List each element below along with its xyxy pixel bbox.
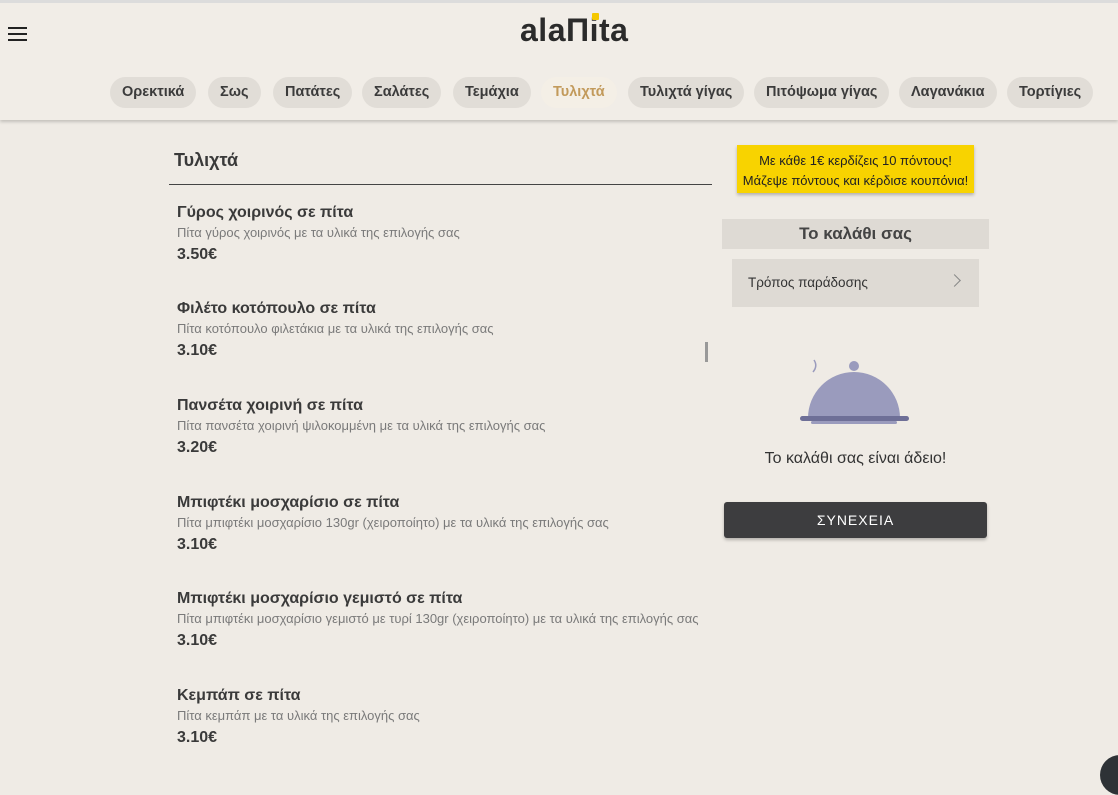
delivery-method-label: Τρόπος παράδοσης xyxy=(748,275,868,290)
menu-item-description: Πίτα πανσέτα χοιρινή ψιλοκομμένη με τα υ… xyxy=(177,418,546,433)
category-tab[interactable]: Λαγανάκια xyxy=(899,77,997,108)
menu-item-description: Πίτα μπιφτέκι μοσχαρίσιο γεμιστό με τυρί… xyxy=(177,611,699,626)
menu-item-price: 3.10€ xyxy=(177,342,218,359)
menu-item-description: Πίτα κοτόπουλο φιλετάκια με τα υλικά της… xyxy=(177,321,494,336)
menu-item-name: Φιλέτο κοτόπουλο σε πίτα xyxy=(177,300,376,317)
hamburger-menu-icon[interactable] xyxy=(8,27,27,41)
promo-line-1: Με κάθε 1€ κερδίζεις 10 πόντους! xyxy=(759,153,952,168)
promo-line-2: Μάζεψε πόντους και κέρδισε κουπόνια! xyxy=(742,173,969,188)
header: alaΠita Ορεκτικά Σως Πατάτες Σαλάτες Τεμάχια… xyxy=(0,0,1118,120)
category-tab[interactable]: Ορεκτικά xyxy=(110,77,197,108)
menu-item[interactable]: Κεμπάπ σε πίτα Πίτα κεμπάπ με τα υλικά τη… xyxy=(177,686,707,748)
category-tab[interactable]: Σως xyxy=(208,77,261,108)
category-tab[interactable]: Τυλιχτά γίγας xyxy=(628,77,745,108)
menu-item-price: 3.50€ xyxy=(177,246,218,263)
category-tab[interactable]: Σαλάτες xyxy=(362,77,442,108)
delivery-method-selector[interactable]: Τρόπος παράδοσης xyxy=(732,259,979,307)
section-title: Τυλιχτά xyxy=(174,150,239,170)
continue-button[interactable]: ΣΥΝΕΧΕΙΑ xyxy=(724,502,987,538)
menu-item-price: 3.20€ xyxy=(177,439,218,456)
menu-item-description: Πίτα κεμπάπ με τα υλικά της επιλογής σας xyxy=(177,708,420,723)
menu-item-name: Πανσέτα χοιρινή σε πίτα xyxy=(177,397,363,414)
cart-title: Το καλάθι σας xyxy=(722,219,989,249)
menu-item-description: Πίτα μπιφτέκι μοσχαρίσιο 130gr (χειροποί… xyxy=(177,515,609,530)
menu-item-name: Κεμπάπ σε πίτα xyxy=(177,687,301,704)
promo-banner: Με κάθε 1€ κερδίζεις 10 πόντους! Μάζεψε … xyxy=(737,145,974,193)
category-tab[interactable]: Πατάτες xyxy=(273,77,353,108)
menu-item[interactable]: Γύρος χοιρινός σε πίτα Πίτα γύρος χοιρινό… xyxy=(177,203,707,265)
category-tab[interactable]: Τορτίγιες xyxy=(1007,77,1094,108)
menu-item[interactable]: Μπιφτέκι μοσχαρίσιο σε πίτα Πίτα μπιφτέκι… xyxy=(177,493,707,555)
chevron-right-icon xyxy=(948,274,961,287)
logo-dot xyxy=(592,13,599,20)
category-tab[interactable]: Τεμάχια xyxy=(453,77,531,108)
menu-item[interactable]: Μπιφτέκι μοσχαρίσιο γεμιστό σε πίτα Πίτα … xyxy=(177,589,707,651)
scrollbar[interactable] xyxy=(705,342,708,362)
menu-item[interactable]: Πανσέτα χοιρινή σε πίτα Πίτα πανσέτα χοιρ… xyxy=(177,396,707,458)
category-tab[interactable]: Τυλιχτά xyxy=(541,77,617,108)
menu-item-name: Γύρος χοιρινός σε πίτα xyxy=(177,204,354,221)
menu-item[interactable]: Φιλέτο κοτόπουλο σε πίτα Πίτα κοτόπουλο φ… xyxy=(177,299,707,361)
section-divider xyxy=(169,184,712,185)
chat-fab-button[interactable] xyxy=(1100,755,1118,795)
menu-item-price: 3.10€ xyxy=(177,729,218,746)
logo[interactable]: alaΠita xyxy=(520,12,628,49)
empty-cart-cloche-icon xyxy=(800,359,909,424)
category-nav: Ορεκτικά Σως Πατάτες Σαλάτες Τεμάχια Τυλιχτά Τ… xyxy=(0,77,1118,109)
menu-item-price: 3.10€ xyxy=(177,536,218,553)
menu-item-name: Μπιφτέκι μοσχαρίσιο σε πίτα xyxy=(177,494,400,511)
menu-item-price: 3.10€ xyxy=(177,632,218,649)
category-tab[interactable]: Πιτόψωμα γίγας xyxy=(754,77,890,108)
empty-cart-message: Το καλάθι σας είναι άδειο! xyxy=(764,450,947,467)
menu-item-description: Πίτα γύρος χοιρινός με τα υλικά της επιλ… xyxy=(177,225,460,240)
menu-item-name: Μπιφτέκι μοσχαρίσιο γεμιστό σε πίτα xyxy=(177,590,463,607)
